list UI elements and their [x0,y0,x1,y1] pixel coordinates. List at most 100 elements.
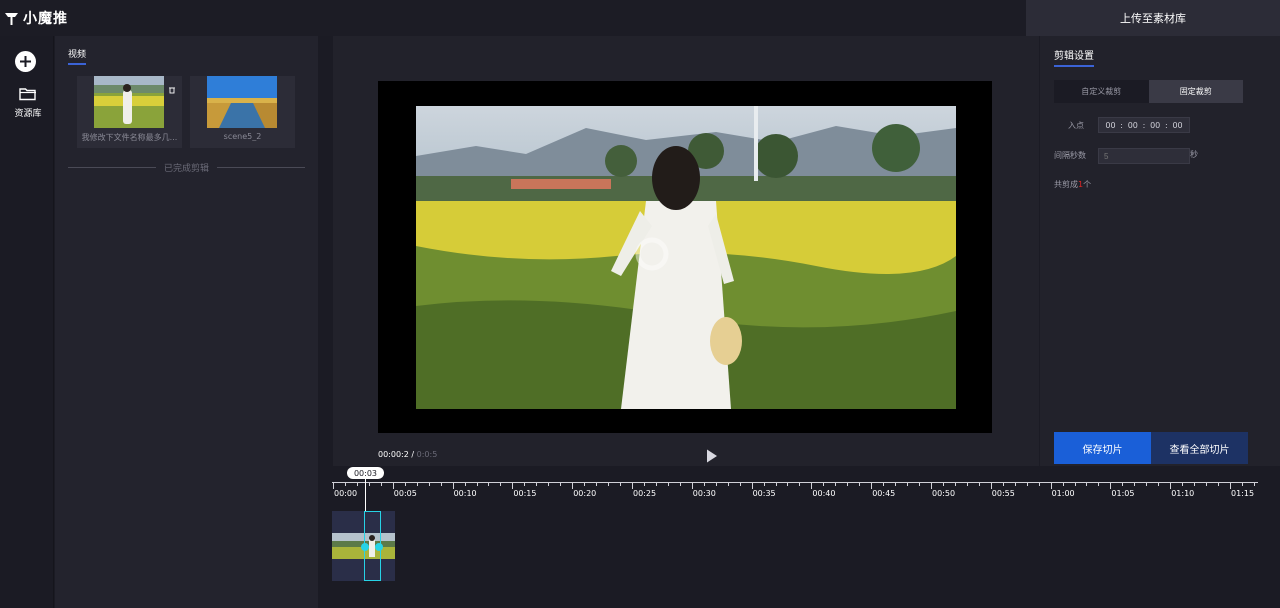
app-name: 小魔推 [23,11,68,27]
ruler-time-label: 00:05 [393,489,417,498]
frames-field[interactable]: 00 [1172,121,1182,130]
interval-seconds-input[interactable] [1098,148,1190,164]
video-player[interactable] [378,81,992,433]
ruler-minor-tick [1098,482,1100,486]
ruler-minor-tick [1002,482,1004,486]
count-suffix: 个 [1083,180,1092,189]
ruler-minor-tick [548,482,550,486]
seconds-unit: 秒 [1190,150,1198,159]
video-item[interactable]: scene5_2 [190,76,295,148]
ruler-minor-tick [1241,482,1243,486]
app-window: 小魔推 上传至素材库 资源库 视频 我修改下文件名称最多几... scene5_… [0,0,1280,608]
ruler-minor-tick [1194,482,1196,486]
logo-icon [4,11,19,26]
ruler-minor-tick [1218,482,1220,486]
ruler-minor-tick [895,482,897,486]
timeline[interactable]: 00:00 00:05 00:10 00:15 00:20 00:25 00:30 00:35… [332,466,1280,608]
completed-label: 已完成剪辑 [164,163,210,174]
ruler-major-tick [572,482,574,489]
ruler-minor-tick [1122,482,1124,486]
ruler-minor-tick [584,482,586,486]
ruler-minor-tick [380,482,382,486]
ruler-major-tick [1110,482,1112,489]
ruler-major-tick [1230,482,1231,489]
ruler-major-tick [811,482,813,489]
ruler-major-tick [871,482,873,489]
time-ruler[interactable]: 00:00 00:05 00:10 00:15 00:20 00:25 00:30 00:35… [332,482,1280,514]
ruler-major-tick [990,482,992,489]
ruler-minor-tick [596,482,598,486]
view-all-clips-button[interactable]: 查看全部切片 [1151,432,1248,464]
upload-to-library-button[interactable]: 上传至素材库 [1026,0,1280,36]
ruler-minor-tick [440,482,442,486]
ruler-minor-tick [739,482,741,486]
ruler-major-tick [751,482,753,489]
ruler-minor-tick [883,482,885,486]
interval-label: 间隔秒数 [1054,151,1086,160]
in-point-label: 入点 [1068,121,1084,130]
left-rail: 资源库 [0,36,54,608]
count-prefix: 共剪成 [1054,180,1078,189]
ruler-minor-tick [787,482,789,486]
ruler-minor-tick [775,482,777,486]
range-end-handle[interactable] [375,543,383,551]
ruler-time-label: 00:50 [932,489,956,498]
divider-line [217,166,306,168]
minutes-field[interactable]: 00 [1128,121,1138,130]
settings-title: 剪辑设置 [1054,47,1094,67]
mode-fixed-button[interactable]: 固定裁剪 [1148,80,1243,103]
ruler-minor-tick [1182,482,1184,486]
divider-line [68,166,156,168]
resource-library-button[interactable]: 资源库 [8,86,48,119]
video-thumbnail [207,76,277,128]
ruler-time-label: 00:55 [991,489,1015,498]
ruler-time-label: 00:20 [573,489,597,498]
seconds-field[interactable]: 00 [1150,121,1160,130]
ruler-major-tick [691,482,693,489]
ruler-minor-tick [464,482,466,486]
resource-library-label: 资源库 [14,109,42,119]
ruler-minor-tick [907,482,909,486]
ruler-time-label: 01:10 [1171,489,1195,498]
ruler-major-tick [452,482,454,489]
play-button[interactable] [705,448,719,464]
ruler-minor-tick [799,482,801,486]
app-logo: 小魔推 [4,9,68,27]
ruler-minor-tick [428,482,430,486]
ruler-minor-tick [919,482,921,486]
ruler-minor-tick [954,482,956,486]
ruler-minor-tick [1146,482,1148,486]
clip-selection-range[interactable] [361,511,383,581]
ruler-minor-tick [368,482,370,486]
ruler-time-label: 00:00 [334,489,358,498]
ruler-time-label: 00:10 [453,489,477,498]
save-clip-button[interactable]: 保存切片 [1054,432,1151,464]
ruler-minor-tick [404,482,406,486]
ruler-minor-tick [536,482,538,486]
ruler-minor-tick [524,482,526,486]
time-separator: / [408,450,417,459]
range-start-handle[interactable] [361,543,369,551]
add-button[interactable] [15,51,36,72]
ruler-minor-tick [1014,482,1016,486]
ruler-minor-tick [715,482,717,486]
ruler-minor-tick [560,482,562,486]
delete-badge[interactable] [165,80,179,99]
video-frame [416,106,956,409]
playhead-handle[interactable]: 00:03 [347,467,384,479]
hours-field[interactable]: 00 [1105,121,1115,130]
ruler-minor-tick [500,482,502,486]
ruler-major-tick [333,482,334,489]
in-point-input[interactable]: 00: 00: 00: 00 [1098,117,1190,133]
ruler-minor-tick [667,482,669,486]
ruler-minor-tick [1086,482,1088,486]
colon-separator: : [1120,120,1123,130]
ruler-minor-tick [763,482,765,486]
clip-count: 共剪成1个 [1054,179,1091,190]
mode-custom-button[interactable]: 自定义裁剪 [1054,80,1149,103]
ruler-minor-tick [1206,482,1208,486]
ruler-time-label: 00:45 [872,489,896,498]
tab-video[interactable]: 视频 [68,47,87,65]
ruler-time-label: 01:00 [1051,489,1075,498]
ruler-minor-tick [966,482,968,486]
